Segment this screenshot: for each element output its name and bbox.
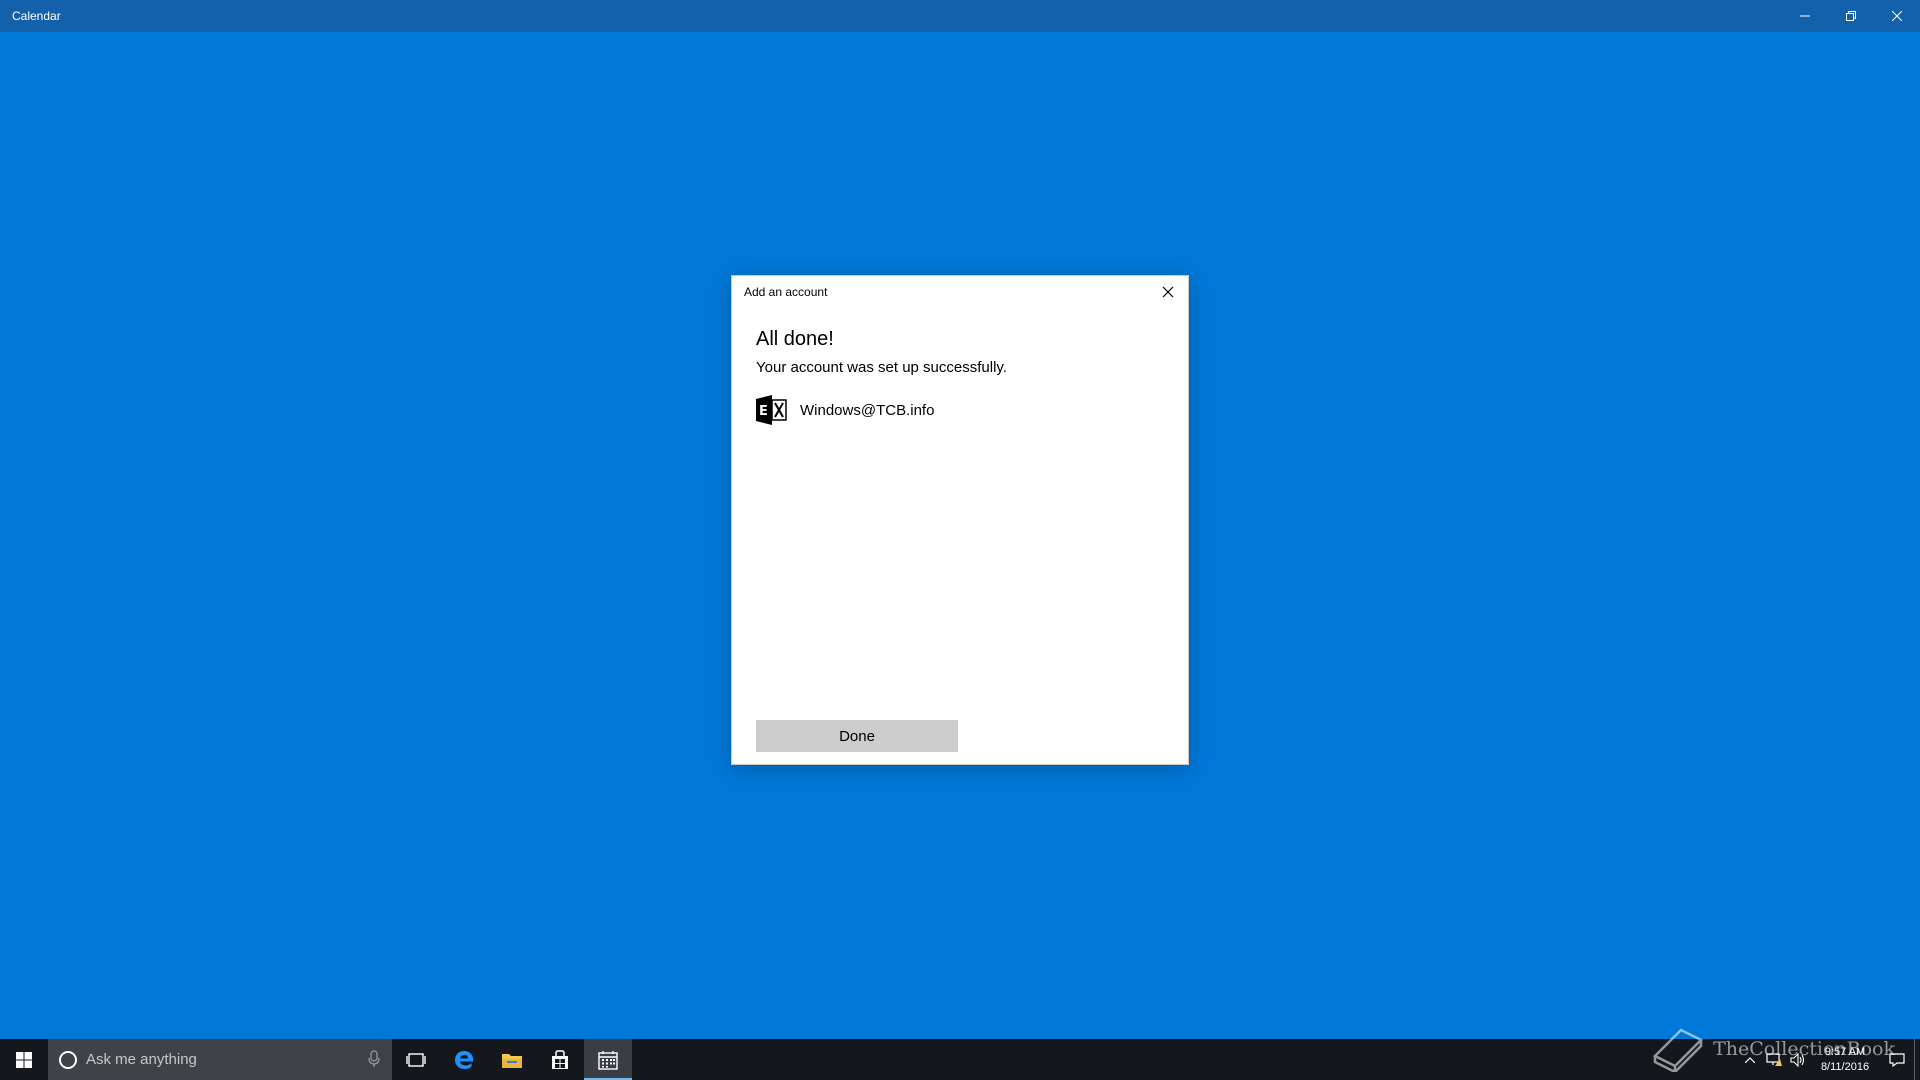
- dialog-message: Your account was set up successfully.: [756, 359, 1007, 376]
- file-explorer-icon: [502, 1053, 522, 1068]
- restore-icon: [1846, 11, 1856, 21]
- minimize-icon: [1800, 15, 1810, 17]
- svg-text:E: E: [759, 404, 768, 419]
- cortana-icon: [59, 1050, 77, 1069]
- account-email: Windows@TCB.info: [800, 401, 935, 419]
- window-controls: [1782, 0, 1920, 32]
- window-title: Calendar: [12, 9, 61, 23]
- add-account-dialog: Add an account All done! Your account wa…: [732, 276, 1188, 764]
- store-button[interactable]: [536, 1039, 584, 1080]
- dialog-heading: All done!: [756, 328, 834, 350]
- calendar-taskbar-button[interactable]: [584, 1039, 632, 1080]
- book-icon: [1652, 1028, 1704, 1072]
- taskbar: Ask me anything 9:57 AM 8/11/2016: [0, 1039, 1920, 1080]
- cortana-search-box[interactable]: Ask me anything: [48, 1039, 392, 1080]
- task-view-icon: [406, 1052, 426, 1067]
- microphone-icon[interactable]: [368, 1050, 380, 1068]
- dialog-close-button[interactable]: [1158, 282, 1178, 302]
- windows-logo-icon: [16, 1051, 32, 1068]
- task-view-button[interactable]: [392, 1039, 440, 1080]
- dialog-header: Add an account: [732, 276, 1188, 308]
- account-item: E Windows@TCB.info: [756, 394, 934, 426]
- start-button[interactable]: [0, 1039, 48, 1080]
- close-button[interactable]: [1874, 0, 1920, 32]
- close-icon: [1162, 286, 1174, 298]
- minimize-button[interactable]: [1782, 0, 1828, 32]
- search-placeholder: Ask me anything: [86, 1051, 197, 1068]
- watermark-text: TheCollectionBook: [1713, 1038, 1895, 1060]
- edge-icon: [455, 1050, 474, 1069]
- show-desktop-button[interactable]: [1914, 1039, 1920, 1080]
- window-titlebar: Calendar: [0, 0, 1920, 32]
- store-icon: [552, 1049, 568, 1069]
- watermark: TheCollectionBook: [1651, 1026, 1895, 1072]
- exchange-icon: E: [756, 395, 787, 425]
- close-icon: [1892, 11, 1902, 21]
- file-explorer-button[interactable]: [488, 1039, 536, 1080]
- dialog-title: Add an account: [744, 285, 828, 299]
- done-button[interactable]: Done: [756, 720, 958, 752]
- edge-button[interactable]: [440, 1039, 488, 1080]
- calendar-icon: [598, 1050, 618, 1070]
- restore-button[interactable]: [1828, 0, 1874, 32]
